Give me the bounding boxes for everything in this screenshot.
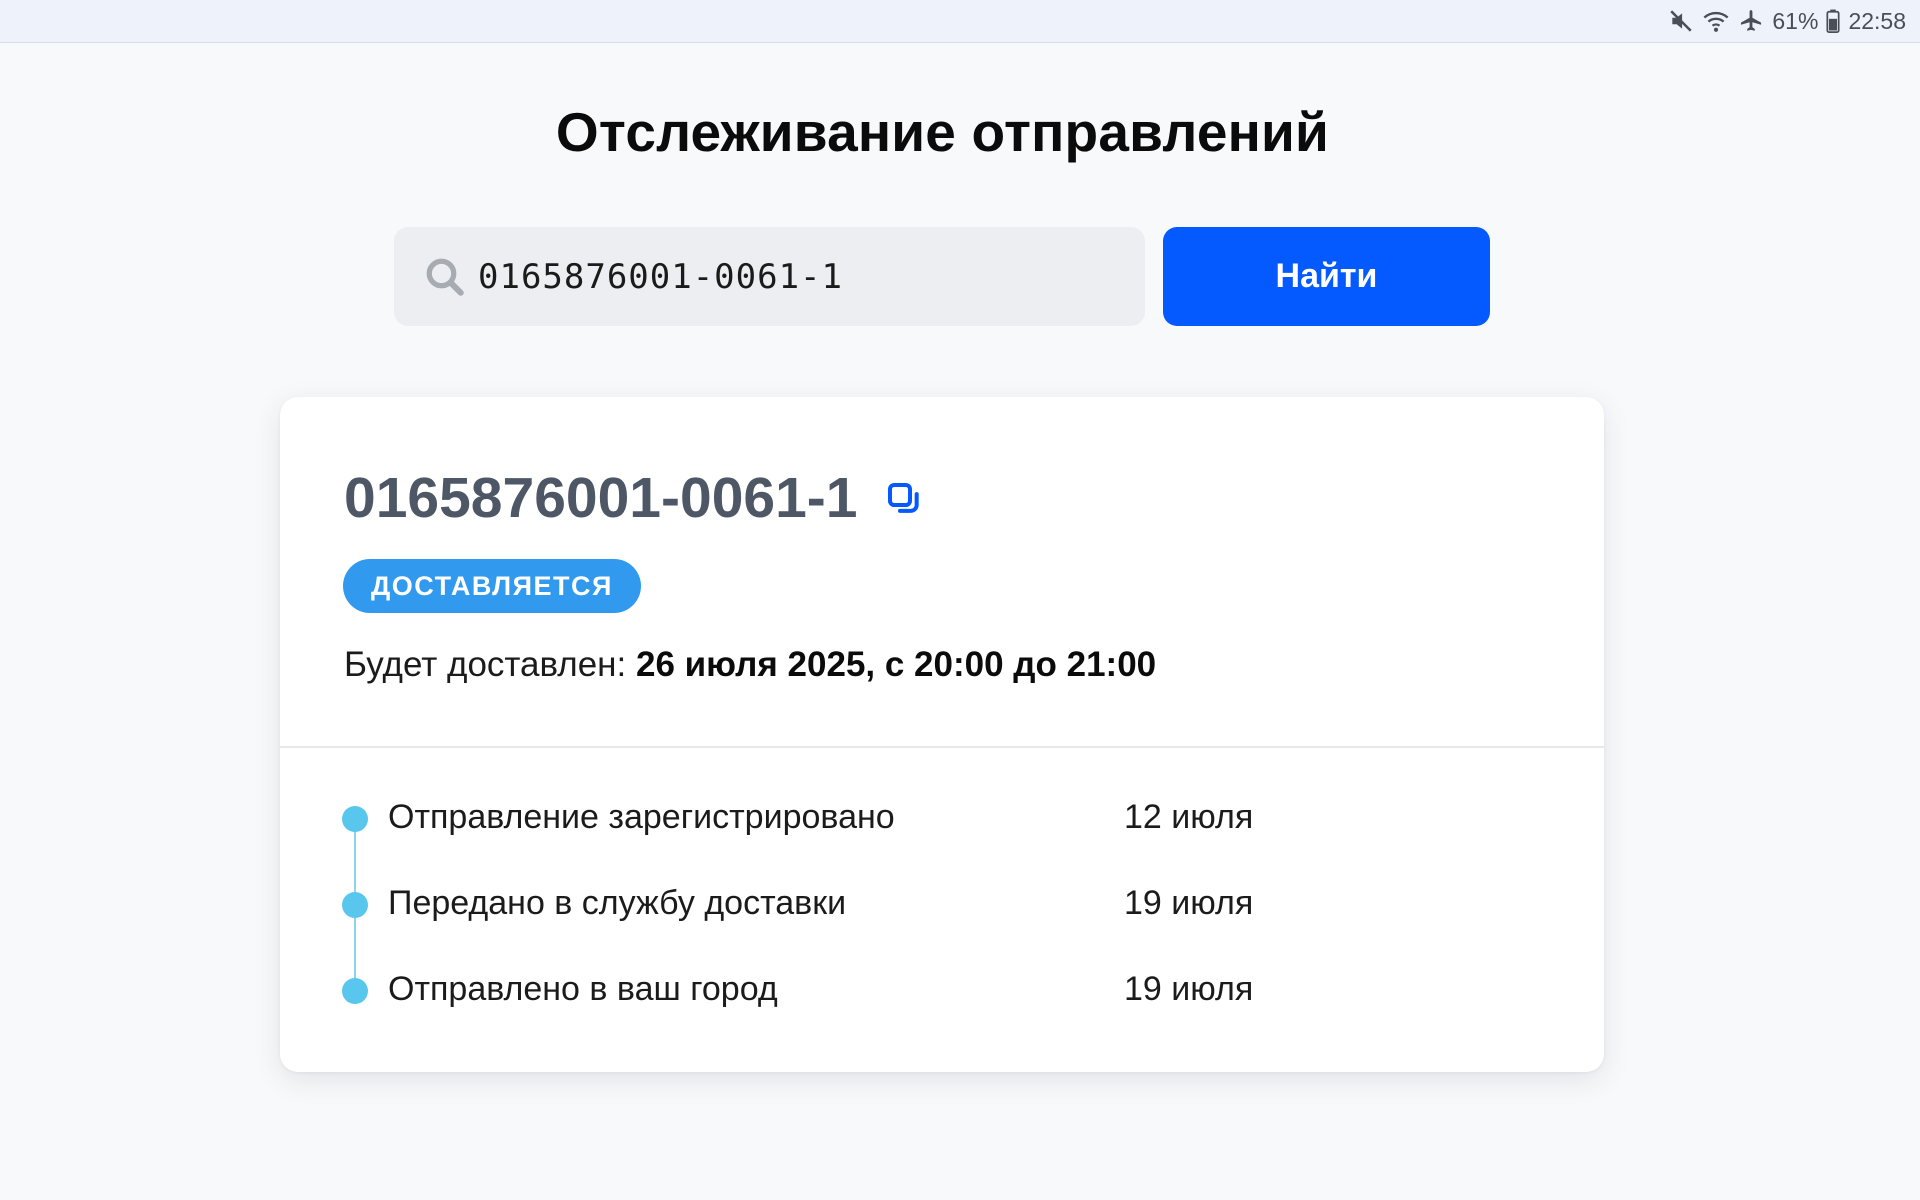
airplane-icon	[1738, 8, 1764, 34]
delivery-estimate: Будет доставлен: 26 июля 2025, с 20:00 д…	[344, 645, 1156, 685]
clock: 22:58	[1848, 7, 1906, 34]
delivery-value: 26 июля 2025, с 20:00 до 21:00	[635, 645, 1157, 684]
battery-icon	[1826, 9, 1840, 33]
event-label: Передано в службу доставки	[388, 884, 847, 922]
battery-percent: 61%	[1772, 7, 1819, 34]
timeline-dot	[342, 806, 368, 832]
event-date: 19 июля	[1124, 970, 1254, 1008]
event-label: Отправление зарегистрировано	[388, 798, 895, 836]
event-date: 19 июля	[1124, 884, 1254, 922]
status-badge: ДОСТАВЛЯЕТСЯ	[343, 559, 641, 613]
tracking-number-row: 0165876001-0061-1	[344, 465, 925, 531]
tracking-timeline: Отправление зарегистрировано 12 июля Пер…	[340, 798, 1340, 1060]
event-label: Отправлено в ваш город	[388, 970, 778, 1008]
wifi-icon	[1702, 8, 1730, 34]
page-title: Отслеживание отправлений	[555, 101, 1330, 163]
timeline-dot	[342, 978, 368, 1004]
delivery-prefix: Будет доставлен:	[344, 645, 627, 684]
timeline-event: Отправление зарегистрировано 12 июля	[340, 798, 1340, 888]
status-bar: 61% 22:58	[0, 0, 1920, 43]
tracking-number: 0165876001-0061-1	[344, 466, 858, 530]
mute-icon	[1668, 8, 1694, 34]
search-icon	[426, 258, 464, 296]
search-input[interactable]	[478, 256, 1118, 297]
copy-icon[interactable]	[885, 480, 925, 520]
search-box[interactable]	[394, 227, 1145, 326]
timeline-event: Передано в службу доставки 19 июля	[340, 884, 1340, 974]
event-date: 12 июля	[1124, 798, 1254, 836]
timeline-event: Отправлено в ваш город 19 июля	[340, 970, 1340, 1060]
find-button[interactable]: Найти	[1163, 227, 1490, 326]
timeline-dot	[342, 892, 368, 918]
divider	[280, 746, 1604, 748]
shipment-card: 0165876001-0061-1 ДОСТАВЛЯЕТСЯ Будет дос…	[280, 397, 1604, 1072]
